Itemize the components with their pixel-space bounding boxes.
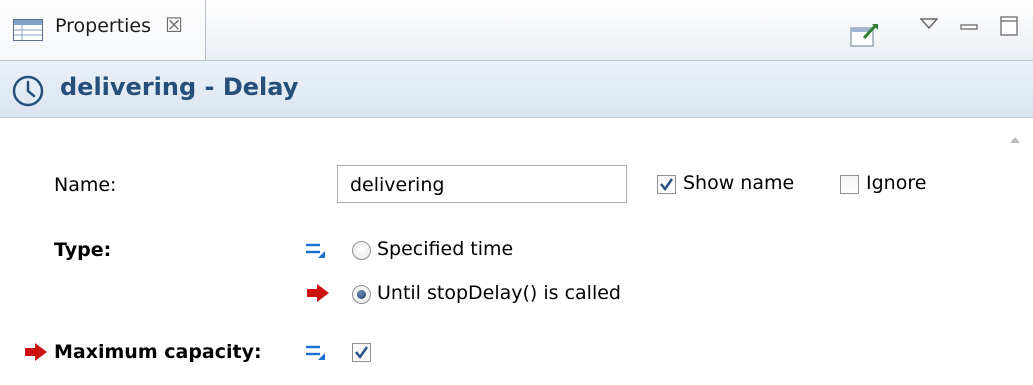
properties-table-icon [13, 19, 43, 45]
radio-until-stopdelay-label: Until stopDelay() is called [377, 282, 621, 304]
page-title: delivering - Delay [60, 73, 299, 101]
tab-label: Properties [55, 15, 152, 37]
radio-specified-time[interactable] [352, 241, 371, 260]
maximize-icon[interactable] [1000, 16, 1018, 40]
show-name-label: Show name [683, 172, 795, 194]
show-name-checkbox[interactable] [657, 175, 676, 194]
view-tab-bar: Properties ☒ [0, 0, 1033, 61]
ignore-checkbox[interactable] [840, 175, 859, 194]
properties-header: delivering - Delay [0, 61, 1033, 118]
radio-specified-time-label: Specified time [377, 238, 514, 260]
scroll-up-icon[interactable] [1008, 130, 1022, 149]
name-label: Name: [54, 174, 117, 196]
type-label: Type: [54, 239, 112, 261]
pin-view-icon[interactable] [850, 22, 880, 52]
view-menu-icon[interactable] [919, 16, 939, 35]
name-field[interactable]: delivering [337, 165, 627, 203]
tab-properties[interactable]: Properties ☒ [0, 0, 206, 60]
static-value-toggle-icon[interactable] [305, 241, 327, 263]
max-capacity-checkbox[interactable] [352, 343, 371, 362]
clock-icon [11, 74, 45, 112]
minimize-icon[interactable] [960, 18, 978, 37]
radio-until-stopdelay[interactable] [352, 285, 371, 304]
max-capacity-label: Maximum capacity: [54, 341, 262, 363]
close-icon[interactable]: ☒ [165, 13, 183, 37]
red-arrow-icon [306, 283, 330, 307]
red-arrow-icon [24, 342, 48, 366]
ignore-label: Ignore [866, 172, 927, 194]
static-value-toggle-icon[interactable] [305, 343, 327, 365]
